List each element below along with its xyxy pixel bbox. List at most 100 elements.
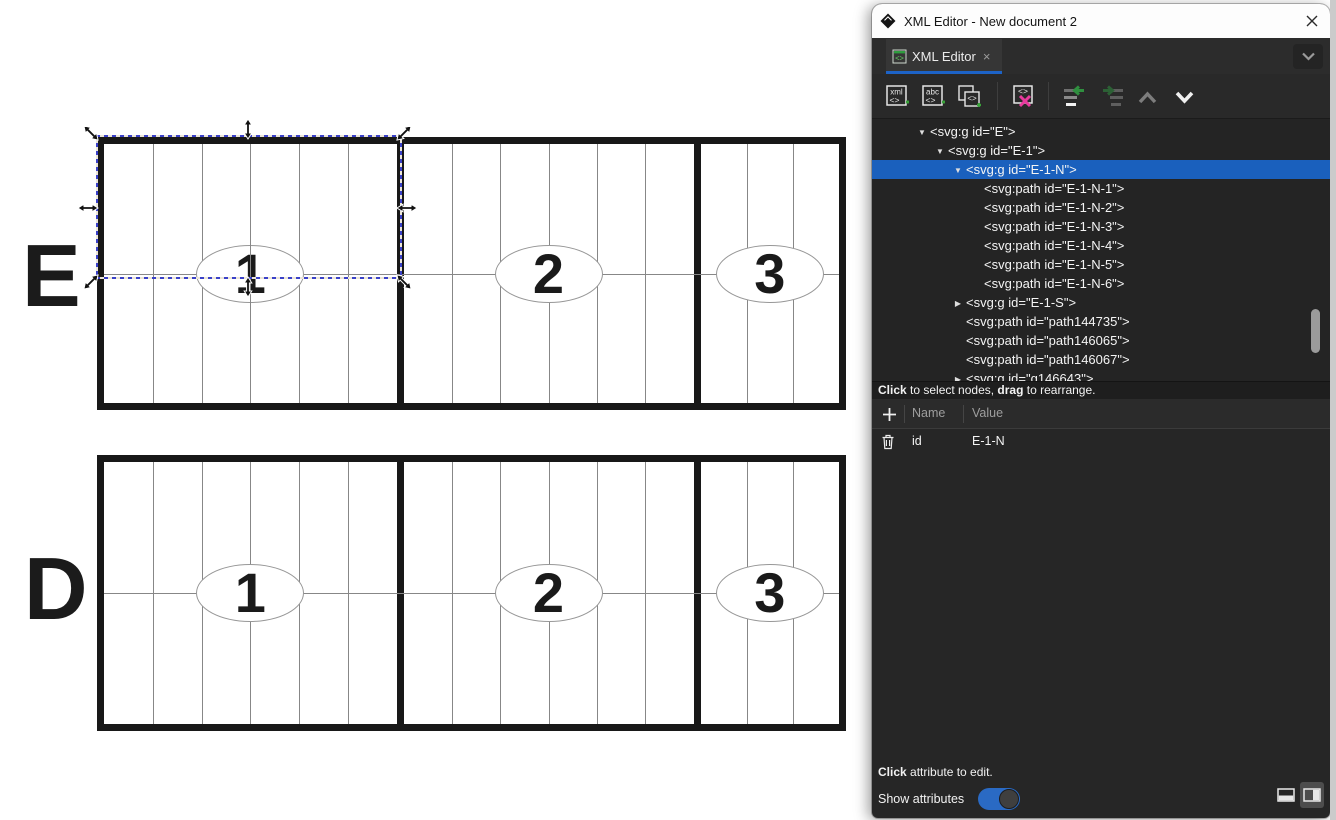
- toggle-knob: [999, 789, 1019, 809]
- tree-node[interactable]: <svg:path id="path146067">: [872, 350, 1330, 369]
- tree-node-label: <svg:path id="path146065">: [966, 333, 1130, 348]
- column-separator: [963, 405, 964, 423]
- tree-node-label: <svg:path id="E-1-N-3">: [984, 219, 1124, 234]
- xml-node-tree[interactable]: ▼<svg:g id="E">▼<svg:g id="E-1">▼<svg:g …: [872, 118, 1330, 381]
- attributes-header: Name Value: [872, 399, 1330, 429]
- inkscape-canvas[interactable]: E D 123123 XML Editor - New document 2: [0, 0, 1336, 820]
- close-icon[interactable]: [1304, 13, 1320, 29]
- attribute-edit-hint: Click attribute to edit.: [878, 765, 993, 779]
- tree-hint: Click to select nodes, drag to rearrange…: [872, 381, 1330, 399]
- grid-line: [452, 144, 453, 403]
- expander-open-icon[interactable]: ▼: [914, 123, 930, 142]
- grid-line: [452, 462, 453, 724]
- delete-node-button[interactable]: <>: [1010, 83, 1038, 111]
- expander-closed-icon[interactable]: ▶: [950, 370, 966, 381]
- duplicate-node-button[interactable]: <>: [956, 83, 984, 111]
- section-ellipse[interactable]: 2: [495, 564, 603, 622]
- tree-node-label: <svg:path id="E-1-N-1">: [984, 181, 1124, 196]
- handle-middle-right[interactable]: [396, 203, 418, 213]
- handle-top-center[interactable]: [243, 118, 253, 140]
- tab-label: XML Editor: [912, 49, 976, 64]
- vertical-split-icon: [1303, 788, 1321, 802]
- tree-node[interactable]: ▼<svg:g id="E">: [872, 122, 1330, 141]
- dialog-title: XML Editor - New document 2: [904, 14, 1077, 29]
- new-element-node-button[interactable]: xml <>: [884, 83, 912, 111]
- tree-node-label: <svg:path id="path146067">: [966, 352, 1130, 367]
- tree-node[interactable]: ▶<svg:g id="g146643">: [872, 369, 1330, 381]
- section-number[interactable]: 3: [754, 565, 785, 621]
- row-label-D[interactable]: D: [24, 545, 86, 633]
- svg-text:<>: <>: [967, 94, 977, 103]
- svg-text:<>: <>: [895, 54, 904, 63]
- xml-editor-tab-icon: <>: [892, 49, 907, 64]
- dialog-titlebar[interactable]: XML Editor - New document 2: [872, 4, 1330, 38]
- grid-line: [348, 144, 349, 403]
- indent-node-button[interactable]: [1097, 83, 1125, 111]
- section-number[interactable]: 2: [533, 246, 564, 302]
- new-element-node-icon: xml <>: [885, 84, 912, 111]
- tree-node[interactable]: <svg:path id="E-1-N-6">: [872, 274, 1330, 293]
- handle-middle-left[interactable]: [77, 203, 99, 213]
- section-ellipse[interactable]: 3: [716, 245, 824, 303]
- handle-bottom-center[interactable]: [243, 276, 253, 298]
- section-ellipse[interactable]: 1: [196, 564, 304, 622]
- tree-node[interactable]: <svg:path id="E-1-N-3">: [872, 217, 1330, 236]
- show-attributes-toggle[interactable]: [978, 788, 1020, 810]
- attribute-value[interactable]: E-1-N: [972, 434, 1005, 448]
- tree-scrollbar-thumb[interactable]: [1311, 309, 1320, 353]
- new-text-node-button[interactable]: abc <>: [920, 83, 948, 111]
- panel-menu-button[interactable]: [1293, 44, 1323, 69]
- table-frame[interactable]: 1 2 3: [97, 455, 846, 731]
- tree-node-label: <svg:g id="E-1-N">: [966, 162, 1077, 177]
- column-header-name: Name: [912, 406, 945, 420]
- column-separator: [904, 405, 905, 423]
- layout-vertical-button[interactable]: [1300, 782, 1324, 808]
- tree-node[interactable]: ▼<svg:g id="E-1-N">: [872, 160, 1330, 179]
- tree-node[interactable]: ▶<svg:g id="E-1-S">: [872, 293, 1330, 312]
- xml-editor-dialog: XML Editor - New document 2 <> XML Edito…: [872, 4, 1330, 818]
- tree-node[interactable]: ▼<svg:g id="E-1">: [872, 141, 1330, 160]
- expander-open-icon[interactable]: ▼: [950, 161, 966, 180]
- delete-node-icon: <>: [1011, 84, 1038, 111]
- chevron-down-icon: [1301, 52, 1316, 61]
- tree-node-label: <svg:path id="E-1-N-6">: [984, 276, 1124, 291]
- xml-toolbar: xml <> abc <> <>: [872, 74, 1330, 118]
- section-number[interactable]: 2: [533, 565, 564, 621]
- section-ellipse[interactable]: 3: [716, 564, 824, 622]
- unindent-node-button[interactable]: [1061, 83, 1089, 111]
- chevron-down-icon: [1171, 84, 1198, 111]
- tree-node[interactable]: <svg:path id="E-1-N-2">: [872, 198, 1330, 217]
- expander-open-icon[interactable]: ▼: [932, 142, 948, 161]
- plus-icon: [882, 407, 897, 422]
- section-number[interactable]: 1: [235, 565, 266, 621]
- row-label-E[interactable]: E: [22, 232, 79, 320]
- add-attribute-button[interactable]: [878, 403, 900, 425]
- tree-node-label: <svg:path id="E-1-N-2">: [984, 200, 1124, 215]
- tree-node-label: <svg:g id="E-1-S">: [966, 295, 1076, 310]
- tree-node[interactable]: <svg:path id="E-1-N-4">: [872, 236, 1330, 255]
- delete-attribute-icon[interactable]: [881, 434, 895, 450]
- section-ellipse[interactable]: 2: [495, 245, 603, 303]
- section-number[interactable]: 3: [754, 246, 785, 302]
- tree-node[interactable]: <svg:path id="E-1-N-5">: [872, 255, 1330, 274]
- grid-line: [153, 144, 154, 403]
- horizontal-split-icon: [1277, 788, 1295, 802]
- tree-node[interactable]: <svg:path id="path146065">: [872, 331, 1330, 350]
- unindent-node-icon: [1062, 84, 1089, 111]
- tree-node[interactable]: <svg:path id="E-1-N-1">: [872, 179, 1330, 198]
- tree-node-label: <svg:g id="E">: [930, 124, 1015, 139]
- tree-node[interactable]: <svg:path id="path144735">: [872, 312, 1330, 331]
- tab-xml-editor[interactable]: <> XML Editor ×: [886, 39, 1002, 74]
- tab-close-icon[interactable]: ×: [983, 49, 991, 64]
- dialog-tabstrip: <> XML Editor ×: [872, 38, 1330, 75]
- table-frame[interactable]: 123: [97, 137, 846, 410]
- move-node-up-button[interactable]: [1133, 83, 1161, 111]
- move-node-down-button[interactable]: [1170, 83, 1198, 111]
- layout-horizontal-button[interactable]: [1274, 782, 1298, 808]
- expander-closed-icon[interactable]: ▶: [950, 294, 966, 313]
- attribute-name[interactable]: id: [912, 434, 922, 448]
- attributes-table: id E-1-N: [872, 429, 1330, 455]
- column-header-value: Value: [972, 406, 1003, 420]
- attribute-row[interactable]: id E-1-N: [872, 429, 1330, 455]
- svg-text:<>: <>: [889, 95, 899, 105]
